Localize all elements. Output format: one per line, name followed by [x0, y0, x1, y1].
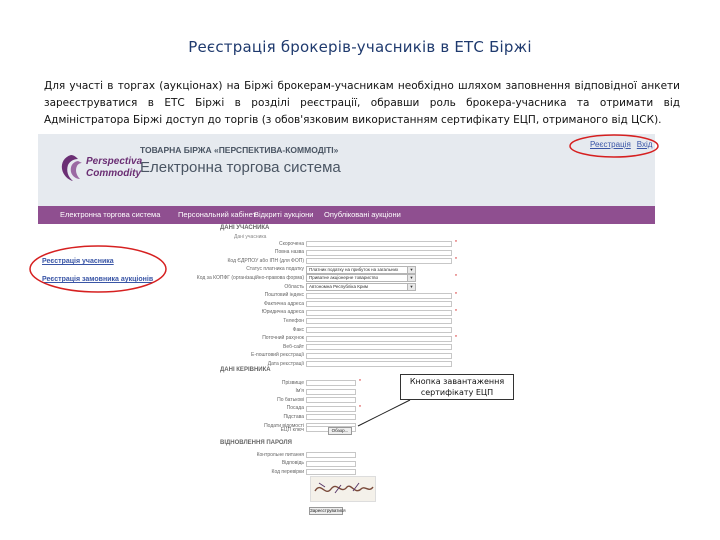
required-marker: *	[359, 404, 361, 411]
manager-field-input[interactable]	[306, 380, 356, 386]
participant-field-label: Код ЄДРПОУ або ІПН (для ФОП)	[227, 257, 305, 264]
participant-field-label: Область	[284, 283, 304, 290]
participant-field-input[interactable]	[306, 318, 452, 325]
captcha-squiggle-icon	[314, 482, 374, 494]
participant-field-input[interactable]	[306, 301, 452, 308]
logo-mark-icon	[61, 155, 82, 181]
participant-field-input[interactable]	[306, 327, 452, 333]
required-marker: *	[455, 257, 457, 264]
participant-field-input[interactable]	[306, 258, 452, 265]
required-marker: *	[359, 379, 361, 385]
password-field-input[interactable]	[306, 460, 356, 467]
register-link[interactable]: Реєстрація	[590, 140, 631, 149]
participant-field-input[interactable]	[306, 241, 452, 247]
manager-field-label: Підстава	[283, 413, 304, 420]
manager-field-label: Прізвище	[281, 379, 304, 386]
slide-title: Реєстрація брокерів-учасників в ЕТС Бірж…	[188, 38, 532, 56]
participant-select-value: Приватне акціонерне товариство	[309, 275, 379, 281]
participant-field-label: Е-поштовий реєстрації	[251, 352, 304, 359]
manager-field-input[interactable]	[306, 397, 356, 404]
captcha-image	[310, 476, 376, 502]
participant-field-label: Факс	[292, 326, 304, 333]
sidebar-item-register-customer[interactable]: Реєстрація замовника аукціонів	[42, 276, 153, 283]
required-marker: *	[455, 291, 457, 298]
section-manager-title: ДАНІ КЕРІВНИКА	[220, 367, 271, 373]
nav-item-personal-cabinet[interactable]: Персональний кабінет	[178, 210, 256, 219]
participant-field-input[interactable]	[306, 309, 452, 316]
manager-field-input[interactable]	[306, 405, 356, 412]
participant-field-label: Статус платника податку	[246, 266, 304, 273]
system-name: Електронна торгова система	[140, 159, 341, 176]
manager-field-input[interactable]	[306, 388, 356, 395]
manager-field-label: Посада	[286, 405, 304, 412]
participant-select-value: Платник податку на прибуток на загальних	[309, 266, 399, 272]
callout-certificate-button: Кнопка завантаження сертифікату ЕЦП	[400, 374, 514, 400]
sidebar-item-register-participant[interactable]: Реєстрація учасника	[42, 258, 114, 265]
manager-field-label: Ім'я	[295, 388, 305, 395]
participant-field-label: Повна назва	[274, 249, 304, 256]
password-field-label: Контрольне питання	[256, 451, 304, 458]
logo-text-line2: Commodity	[86, 168, 141, 179]
required-marker: *	[455, 240, 457, 246]
participant-field-input[interactable]	[306, 344, 452, 351]
manager-field-label: По батькові	[277, 396, 304, 403]
participant-field-label: Телефон	[283, 317, 304, 324]
required-marker: *	[455, 334, 457, 341]
participant-field-input[interactable]	[306, 361, 452, 368]
password-field-label: Код перевірки	[271, 468, 304, 475]
participant-select-value: Автономна Республіка Крим	[309, 284, 368, 289]
participant-field-label: Юридична адреса	[261, 309, 304, 316]
certificate-label: ЕЦП ключ	[280, 427, 304, 433]
required-marker: *	[455, 274, 457, 281]
required-marker: *	[455, 308, 457, 315]
password-field-input[interactable]	[306, 469, 356, 476]
participant-field-label: Фактична адреса	[264, 300, 304, 307]
manager-field-input[interactable]	[306, 414, 356, 421]
password-field-input[interactable]	[306, 452, 356, 458]
website-screenshot: Perspectiva Commodity ТОВАРНА БІРЖА «ПЕР…	[38, 134, 655, 540]
participant-field-label: Веб-сайт	[283, 343, 304, 350]
participant-field-select[interactable]: Автономна Республіка Крим ▼	[306, 283, 416, 291]
participant-field-label: Поштовий індекс	[264, 292, 304, 299]
nav-item-published-auctions[interactable]: Опубліковані аукціони	[324, 210, 401, 219]
exchange-name: ТОВАРНА БІРЖА «ПЕРСПЕКТИВА-КОММОДІТІ»	[140, 145, 339, 155]
participant-field-label: Код за КОПФГ (організаційно-правова форм…	[196, 274, 304, 281]
section-participant-title: ДАНІ УЧАСНИКА	[220, 225, 270, 231]
nav-item-trading-system[interactable]: Електронна торгова система	[60, 210, 160, 219]
header-links: Реєстрація Вхід	[590, 140, 655, 149]
certificate-browse-button[interactable]: Обзор...	[328, 427, 352, 435]
main-nav: Електронна торгова система Персональний …	[38, 206, 655, 224]
chevron-down-icon[interactable]: ▼	[407, 284, 415, 290]
participant-field-select[interactable]: Приватне акціонерне товариство ▼	[306, 274, 416, 283]
nav-item-open-auctions[interactable]: Відкриті аукціони	[254, 210, 313, 219]
slide-paragraph: Для участі в торгах (аукціонах) на Біржі…	[44, 80, 680, 126]
section-password-title: ВІДНОВЛЕННЯ ПАРОЛЯ	[220, 440, 292, 446]
login-link[interactable]: Вхід	[637, 140, 653, 149]
participant-field-select[interactable]: Платник податку на прибуток на загальних…	[306, 265, 416, 274]
participant-field-label: Скорочена	[278, 240, 304, 247]
section-participant-subtitle: Дані учасника	[234, 234, 267, 240]
participant-field-input[interactable]	[306, 249, 452, 256]
participant-field-input[interactable]	[306, 292, 452, 299]
chevron-down-icon[interactable]: ▼	[407, 275, 415, 282]
participant-field-label: Поточний рахунок	[262, 335, 304, 342]
participant-field-input[interactable]	[306, 352, 452, 359]
participant-field-input[interactable]	[306, 335, 452, 342]
chevron-down-icon[interactable]: ▼	[407, 266, 415, 273]
register-submit-button[interactable]: Зареєструватися	[309, 507, 346, 515]
logo-text-line1: Perspectiva	[86, 156, 143, 167]
password-field-label: Відповідь	[281, 460, 304, 467]
site-header: Perspectiva Commodity ТОВАРНА БІРЖА «ПЕР…	[38, 134, 655, 206]
participant-field-label: Дата реєстрації	[267, 360, 304, 367]
